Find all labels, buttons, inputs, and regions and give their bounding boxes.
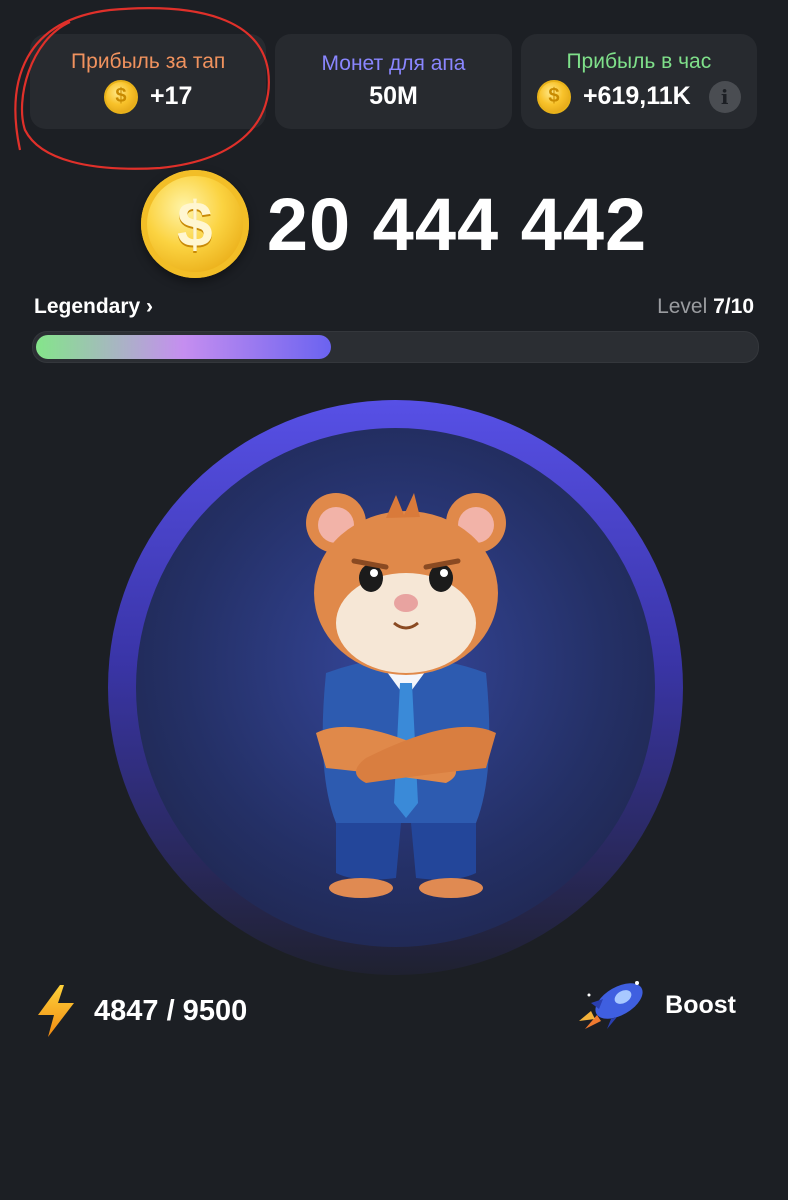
coin-icon: $ [103, 79, 138, 114]
stats-row: Прибыль за тап $ +17 Монет для апа 50M П… [30, 34, 757, 129]
rocket-icon [579, 981, 643, 1029]
level-prefix: Level [657, 295, 708, 318]
lightning-icon [38, 985, 74, 1037]
stat-label-tap-profit: Прибыль за тап [71, 49, 226, 73]
balance-row: $ 20 444 442 [0, 170, 788, 278]
stat-value-row: $ +17 [103, 79, 193, 114]
league-name: Legendary [34, 295, 141, 318]
tap-button-inner [136, 428, 655, 947]
stat-value-row: $ +619,11K i [536, 79, 741, 114]
stat-value-coins-to-level-up: 50M [369, 82, 418, 110]
app-screen: Прибыль за тап $ +17 Монет для апа 50M П… [0, 0, 788, 1200]
coin-icon: $ [536, 79, 571, 114]
energy-value: 4847 / 9500 [94, 994, 248, 1027]
stat-value-row: 50M [369, 82, 418, 111]
level-indicator: Level 7/10 [657, 295, 754, 319]
stat-value-profit-per-hour: +619,11K [582, 82, 691, 110]
level-row: Legendary › Level 7/10 [34, 295, 754, 319]
stat-card-profit-per-hour[interactable]: Прибыль в час $ +619,11K i [520, 34, 757, 129]
coin-icon: $ [140, 170, 249, 278]
tap-button[interactable] [108, 400, 683, 975]
stat-label-coins-to-level-up: Монет для апа [321, 52, 466, 75]
stat-card-coins-to-level-up[interactable]: Монет для апа 50M [275, 34, 512, 129]
level-progress-bar [32, 331, 759, 363]
boost-label: Boost [665, 990, 736, 1019]
boost-button[interactable]: Boost [577, 975, 736, 1035]
coin-balance: 20 444 442 [266, 182, 648, 266]
level-value: 7/10 [713, 295, 754, 318]
stat-card-tap-profit[interactable]: Прибыль за тап $ +17 [30, 34, 267, 129]
hamster-ceo-image [306, 493, 506, 898]
stat-label-profit-per-hour: Прибыль в час [566, 49, 712, 73]
info-icon[interactable]: i [708, 80, 741, 113]
level-progress-fill [36, 335, 331, 359]
chevron-right-icon: › [146, 295, 154, 318]
energy-indicator: 4847 / 9500 [36, 985, 247, 1037]
league-link[interactable]: Legendary › [34, 295, 153, 319]
stat-value-tap-profit: +17 [149, 82, 193, 110]
